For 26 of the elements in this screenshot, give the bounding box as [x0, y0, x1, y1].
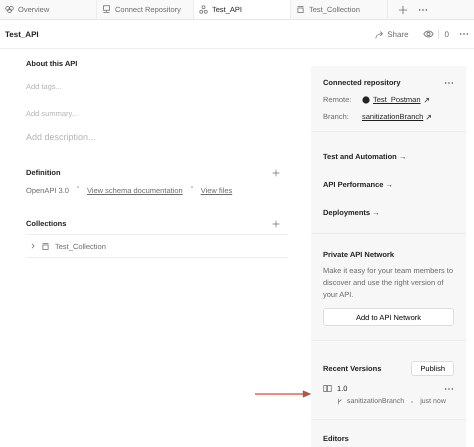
nodes-icon: [199, 5, 208, 14]
separator-dot: [411, 400, 414, 402]
separator-dot: [190, 186, 193, 188]
external-link-icon: [424, 96, 430, 102]
server-icon: [102, 5, 111, 14]
container-icon: [41, 242, 50, 250]
watch-count: 0: [438, 30, 449, 38]
share-icon: [375, 30, 384, 38]
separator-dot: [76, 186, 79, 188]
more-icon[interactable]: [459, 32, 469, 36]
add-icon[interactable]: [272, 220, 280, 228]
branch-icon: [337, 398, 343, 405]
page-title: Test_API: [5, 30, 39, 38]
book-icon: [323, 384, 332, 393]
annotation-arrow: [255, 390, 313, 398]
more-icon[interactable]: [418, 8, 428, 12]
more-icon[interactable]: [444, 386, 454, 390]
description-field[interactable]: Add description...: [26, 132, 226, 142]
watch-icon[interactable]: [422, 30, 434, 38]
container-icon: [296, 5, 305, 14]
add-tab-icon[interactable]: [398, 4, 408, 14]
share-button[interactable]: Share: [375, 30, 409, 38]
more-icon[interactable]: [444, 80, 454, 84]
circles-icon: [5, 5, 14, 14]
add-icon[interactable]: [272, 168, 280, 176]
external-link-icon: [426, 114, 432, 120]
